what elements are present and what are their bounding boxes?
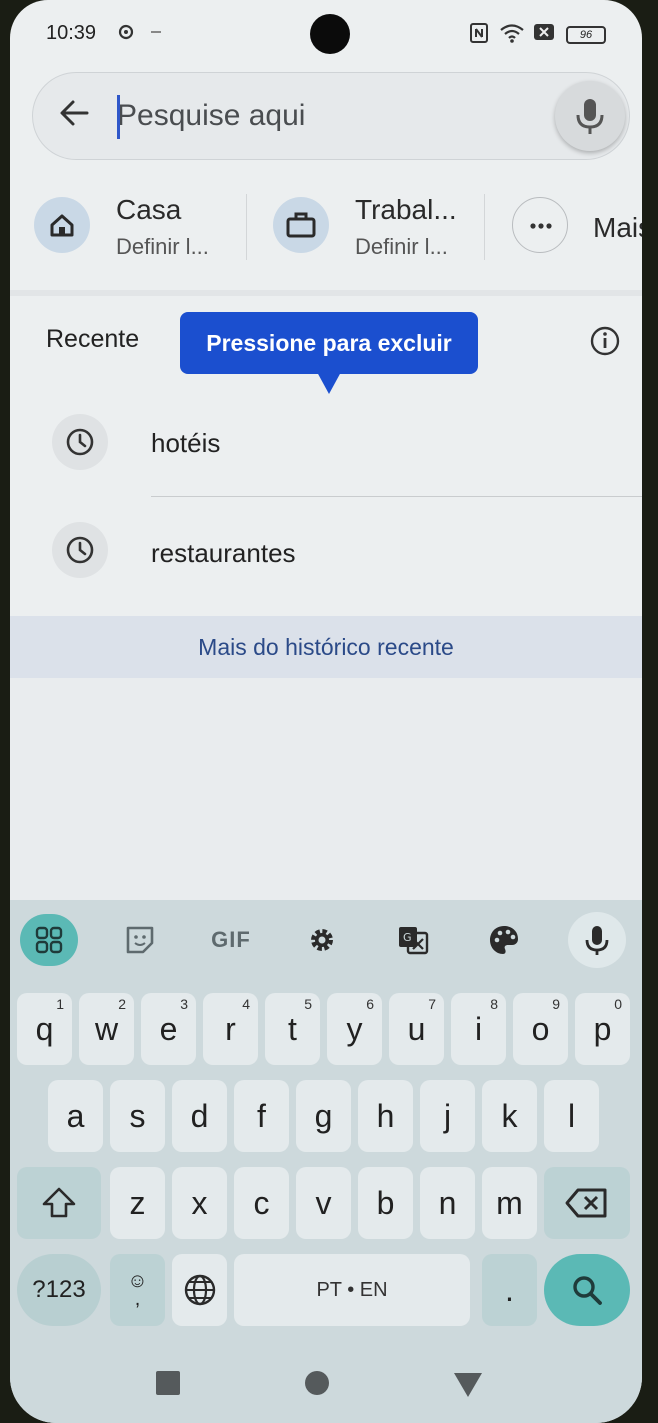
delete-hint-tooltip: Pressione para excluir bbox=[180, 312, 478, 374]
key-r[interactable]: r4 bbox=[203, 993, 258, 1065]
gif-button[interactable]: GIF bbox=[202, 914, 260, 966]
shift-key[interactable] bbox=[17, 1167, 101, 1239]
symbols-key[interactable]: ?123 bbox=[17, 1254, 101, 1326]
sticker-icon[interactable] bbox=[111, 914, 169, 966]
list-divider bbox=[151, 496, 642, 497]
recents-nav-button[interactable] bbox=[156, 1371, 180, 1395]
key-k[interactable]: k bbox=[482, 1080, 537, 1152]
tooltip-arrow bbox=[317, 372, 341, 394]
shortcut-more-title[interactable]: Mais bbox=[593, 212, 642, 244]
home-icon[interactable] bbox=[34, 197, 90, 253]
key-m[interactable]: m bbox=[482, 1167, 537, 1239]
front-camera bbox=[310, 14, 350, 54]
backspace-icon bbox=[565, 1188, 607, 1218]
key-o[interactable]: o9 bbox=[513, 993, 568, 1065]
dash-icon bbox=[150, 22, 162, 47]
shortcut-work-title[interactable]: Trabal... bbox=[355, 194, 457, 226]
mic-icon bbox=[576, 99, 604, 134]
shortcut-home-title[interactable]: Casa bbox=[116, 194, 181, 226]
section-divider bbox=[10, 290, 642, 296]
key-b[interactable]: b bbox=[358, 1167, 413, 1239]
recent-item-restaurants[interactable]: restaurantes bbox=[10, 500, 642, 600]
key-g[interactable]: g bbox=[296, 1080, 351, 1152]
place-shortcuts: Casa Definir l... Trabal... Definir l...… bbox=[10, 180, 642, 278]
apps-grid-icon[interactable] bbox=[20, 914, 78, 966]
home-nav-button[interactable] bbox=[305, 1371, 329, 1395]
recent-item-hotels[interactable]: hotéis bbox=[10, 392, 642, 492]
nfc-icon bbox=[468, 22, 490, 49]
wifi-icon bbox=[499, 22, 525, 49]
briefcase-icon[interactable] bbox=[273, 197, 329, 253]
status-time: 10:39 bbox=[46, 22, 97, 44]
settings-icon bbox=[116, 22, 136, 47]
key-i[interactable]: i8 bbox=[451, 993, 506, 1065]
key-c[interactable]: c bbox=[234, 1167, 289, 1239]
more-history-link[interactable]: Mais do histórico recente bbox=[10, 616, 642, 678]
key-z[interactable]: z bbox=[110, 1167, 165, 1239]
key-t[interactable]: t5 bbox=[265, 993, 320, 1065]
key-y[interactable]: y6 bbox=[327, 993, 382, 1065]
shortcut-divider bbox=[246, 194, 247, 260]
space-key[interactable]: PT • EN bbox=[234, 1254, 470, 1326]
svg-text:G: G bbox=[403, 931, 412, 944]
key-s[interactable]: s bbox=[110, 1080, 165, 1152]
search-key[interactable] bbox=[544, 1254, 630, 1326]
shortcut-work-subtitle[interactable]: Definir l... bbox=[355, 234, 448, 260]
recent-item-label: restaurantes bbox=[151, 538, 296, 568]
status-bar: 10:39 96 bbox=[10, 0, 642, 66]
key-w[interactable]: w2 bbox=[79, 993, 134, 1065]
gear-icon[interactable] bbox=[293, 914, 351, 966]
key-f[interactable]: f bbox=[234, 1080, 289, 1152]
info-icon[interactable] bbox=[589, 325, 621, 357]
recent-item-label: hotéis bbox=[151, 428, 221, 458]
search-input[interactable] bbox=[117, 91, 537, 141]
key-v[interactable]: v bbox=[296, 1167, 351, 1239]
key-u[interactable]: u7 bbox=[389, 993, 444, 1065]
system-navbar bbox=[10, 1345, 642, 1423]
shift-icon bbox=[42, 1187, 76, 1218]
palette-icon[interactable] bbox=[475, 914, 533, 966]
language-key[interactable] bbox=[172, 1254, 227, 1326]
key-q[interactable]: q1 bbox=[17, 993, 72, 1065]
search-bar[interactable] bbox=[32, 72, 630, 160]
clock-icon bbox=[52, 522, 108, 578]
shortcut-home-subtitle[interactable]: Definir l... bbox=[116, 234, 209, 260]
key-h[interactable]: h bbox=[358, 1080, 413, 1152]
text-caret bbox=[117, 95, 120, 139]
emoji-comma-key[interactable]: ☺ , bbox=[110, 1254, 165, 1326]
key-a[interactable]: a bbox=[48, 1080, 103, 1152]
key-n[interactable]: n bbox=[420, 1167, 475, 1239]
key-p[interactable]: p0 bbox=[575, 993, 630, 1065]
clock-icon bbox=[52, 414, 108, 470]
period-key[interactable]: . bbox=[482, 1254, 537, 1326]
phone-screen: 10:39 96 Casa Def bbox=[10, 0, 642, 1423]
key-d[interactable]: d bbox=[172, 1080, 227, 1152]
recent-heading: Recente bbox=[46, 325, 140, 353]
battery-icon: 96 bbox=[566, 26, 606, 44]
shortcut-divider bbox=[484, 194, 485, 260]
key-e[interactable]: e3 bbox=[141, 993, 196, 1065]
key-j[interactable]: j bbox=[420, 1080, 475, 1152]
more-icon[interactable] bbox=[512, 197, 568, 253]
sim-icon bbox=[533, 22, 555, 47]
content-area bbox=[10, 678, 642, 900]
backspace-key[interactable] bbox=[544, 1167, 630, 1239]
globe-icon bbox=[184, 1274, 215, 1306]
key-x[interactable]: x bbox=[172, 1167, 227, 1239]
back-nav-button[interactable] bbox=[454, 1373, 482, 1397]
key-l[interactable]: l bbox=[544, 1080, 599, 1152]
search-icon bbox=[573, 1276, 602, 1305]
back-arrow-icon[interactable] bbox=[55, 93, 95, 133]
translate-icon[interactable]: G bbox=[384, 914, 442, 966]
keyboard-mic-icon[interactable] bbox=[568, 912, 626, 968]
voice-search-button[interactable] bbox=[555, 81, 625, 151]
